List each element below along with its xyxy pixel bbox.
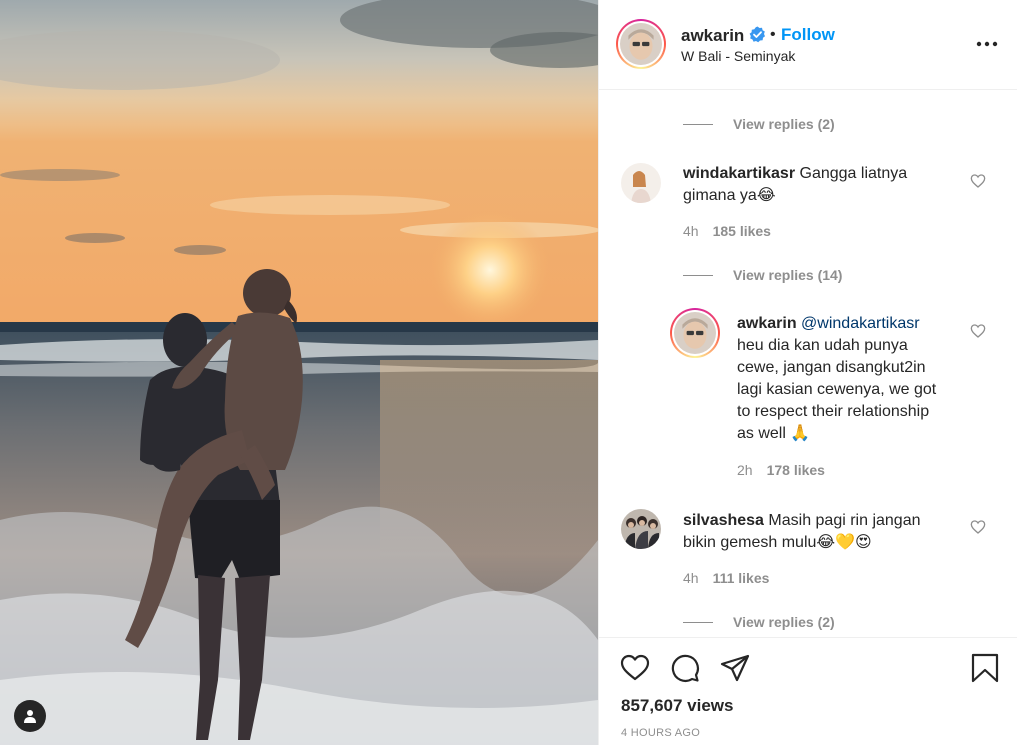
verified-badge-icon	[749, 26, 765, 43]
reply-username[interactable]: awkarin	[737, 315, 797, 332]
reply-likes[interactable]: 178 likes	[767, 462, 825, 478]
comment-like-icon[interactable]	[970, 173, 986, 189]
view-replies-button[interactable]: View replies (2)	[683, 614, 835, 630]
author-avatar[interactable]	[616, 19, 666, 69]
user-tag-button[interactable]	[14, 700, 46, 732]
follow-button[interactable]: Follow	[781, 25, 835, 45]
commenter-avatar[interactable]	[621, 163, 661, 203]
view-replies-button[interactable]: View replies (14)	[683, 267, 842, 283]
reply-author-avatar[interactable]	[670, 308, 720, 358]
comment-username[interactable]: silvashesa	[683, 512, 764, 529]
author-username[interactable]: awkarin	[681, 26, 744, 46]
user-tag-icon	[24, 710, 36, 723]
reply-text: awkarin @windakartikasr heu dia kan udah…	[737, 315, 937, 442]
separator-dot: •	[770, 26, 776, 43]
mention-link[interactable]: @windakartikasr	[801, 315, 920, 332]
comment-icon[interactable]	[670, 653, 700, 683]
post-header: awkarin • Follow W Bali - Seminyak	[599, 0, 1017, 90]
more-options-icon[interactable]	[975, 34, 999, 54]
comment-meta: 4h 111 likes	[683, 570, 769, 586]
view-count[interactable]: 857,607 views	[621, 696, 733, 716]
comment-time: 4h	[683, 570, 699, 586]
heart-icon[interactable]	[620, 653, 650, 683]
reply-like-icon[interactable]	[970, 323, 986, 339]
comment-like-icon[interactable]	[970, 519, 986, 535]
share-icon[interactable]	[720, 653, 750, 683]
sunset-beach-photo	[0, 0, 598, 745]
post-location[interactable]: W Bali - Seminyak	[681, 48, 795, 64]
post-media[interactable]	[0, 0, 598, 745]
bookmark-icon[interactable]	[970, 653, 1000, 683]
post-timestamp[interactable]: 4 HOURS AGO	[621, 727, 700, 739]
reply-time: 2h	[737, 462, 753, 478]
reply-meta: 2h 178 likes	[737, 462, 825, 478]
commenter-avatar[interactable]	[621, 509, 661, 549]
comment-text: silvashesa Masih pagi rin jangan bikin g…	[683, 512, 921, 551]
comment-likes[interactable]: 111 likes	[713, 570, 770, 586]
post-actions: 857,607 views 4 HOURS AGO	[599, 637, 1017, 745]
comments-list[interactable]: View replies (2) windakartikasr Gangga l…	[599, 91, 1017, 637]
post-side-panel: awkarin • Follow W Bali - Seminyak View …	[598, 0, 1017, 745]
view-replies-button[interactable]: View replies (2)	[683, 116, 835, 132]
comment-username[interactable]: windakartikasr	[683, 165, 795, 182]
comment-time: 4h	[683, 223, 699, 239]
comment-text: windakartikasr Gangga liatnya gimana ya😂	[683, 165, 908, 204]
comment-likes[interactable]: 185 likes	[713, 223, 771, 239]
comment-meta: 4h 185 likes	[683, 223, 771, 239]
